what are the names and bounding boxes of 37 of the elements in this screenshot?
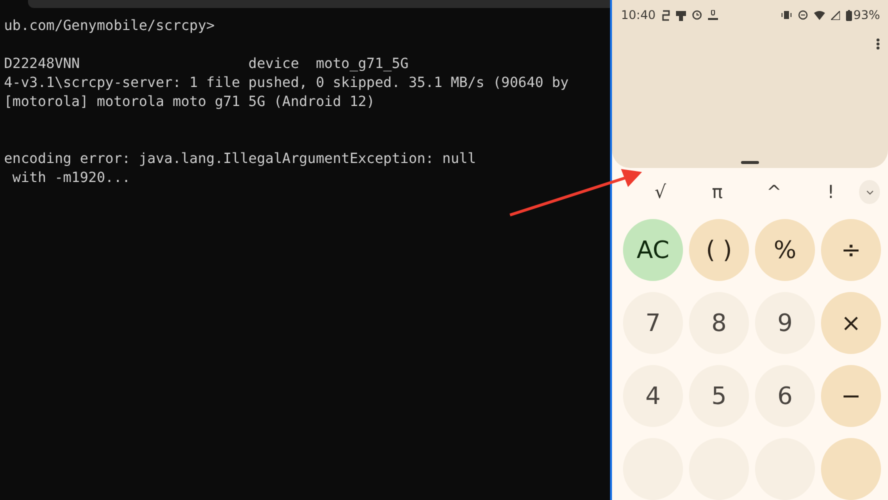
wifi-icon	[814, 10, 826, 20]
calculator-key[interactable]: 5	[689, 365, 749, 427]
calculator-key[interactable]: %	[755, 219, 815, 281]
status-time: 10:40	[621, 8, 656, 22]
calculator-key[interactable]: AC	[623, 219, 683, 281]
do-not-disturb-icon	[798, 10, 808, 20]
terminal-line: encoding error: java.lang.IllegalArgumentException: null	[4, 150, 478, 169]
calculator-key[interactable]: ×	[821, 292, 881, 354]
terminal-line: [motorola] motorola moto g71 5G (Android 12)	[4, 93, 376, 112]
calculator-key[interactable]: −	[821, 365, 881, 427]
calculator-key[interactable]: ( )	[689, 219, 749, 281]
signal-icon	[831, 10, 840, 20]
expand-button[interactable]	[859, 180, 880, 204]
battery-icon	[846, 10, 852, 20]
clock-icon	[692, 10, 702, 20]
data-speed-icon	[708, 10, 718, 20]
notification-icon	[662, 10, 670, 20]
calculator-key[interactable]: 8	[689, 292, 749, 354]
terminal-line: 4-v3.1\scrcpy-server: 1 file pushed, 0 skipped. 35.1 MB/s (90640 by	[4, 74, 570, 93]
chevron-icon	[866, 190, 874, 195]
calculator-key[interactable]: 4	[623, 365, 683, 427]
terminal-line: D22248VNN device moto_g71_5G	[4, 55, 410, 74]
more-menu-icon[interactable]	[876, 38, 880, 50]
calculator-key[interactable]: 6	[755, 365, 815, 427]
battery-percent: 93%	[853, 8, 880, 22]
drag-handle[interactable]	[741, 161, 759, 164]
terminal-line: with -m1920...	[11, 169, 132, 188]
calculator-key[interactable]: 7	[623, 292, 683, 354]
scientific-key[interactable]: √	[632, 182, 689, 203]
scientific-key[interactable]: ^	[746, 182, 802, 203]
scientific-key[interactable]: !	[802, 182, 860, 203]
calculator-key[interactable]: ÷	[821, 219, 881, 281]
terminal-line: ub.com/Genymobile/scrcpy>	[4, 17, 216, 36]
vibrate-icon	[781, 10, 792, 20]
notification-icon	[676, 10, 686, 20]
scientific-key[interactable]: π	[688, 182, 746, 203]
calculator-key[interactable]: 9	[755, 292, 815, 354]
